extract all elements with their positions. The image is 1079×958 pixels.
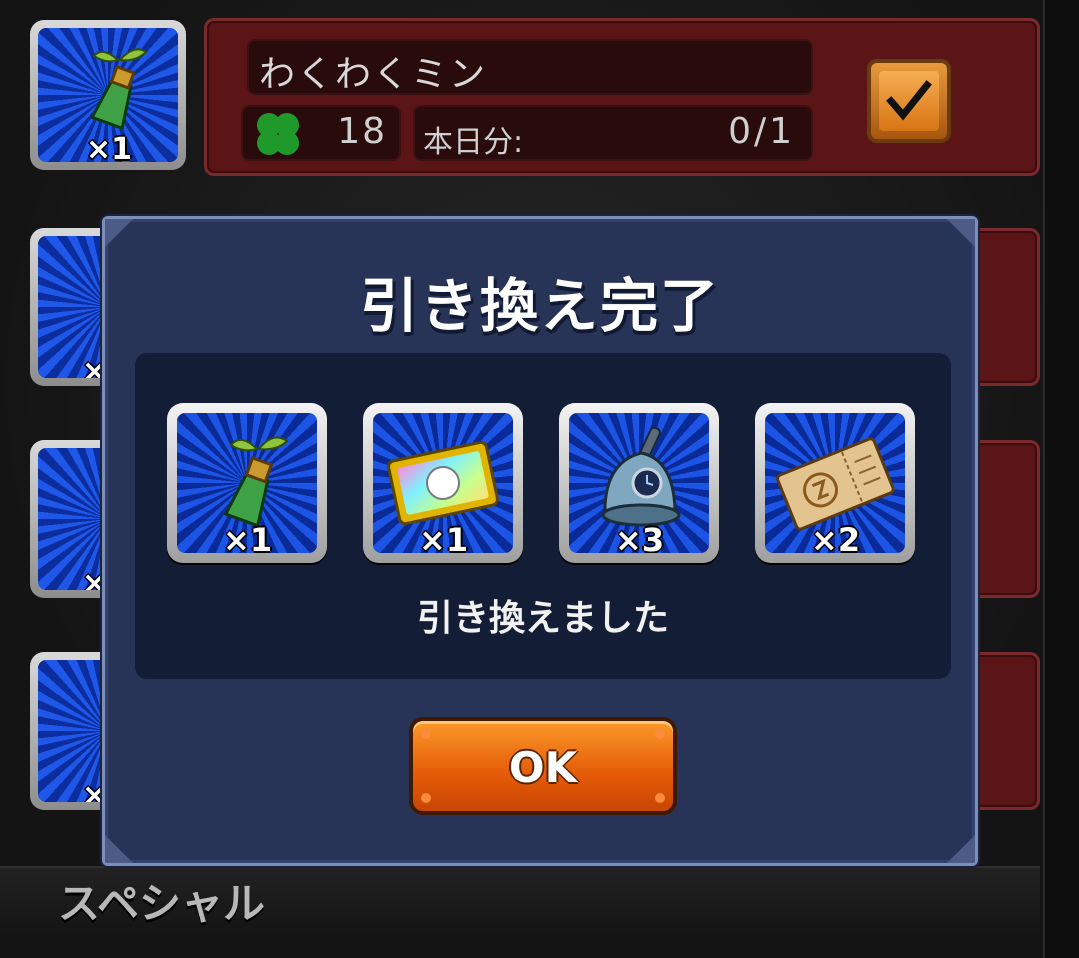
- reward-item[interactable]: ×1: [363, 403, 523, 563]
- exchange-complete-dialog: 引き換え完了 ×1 ×1 ×3 ×2 引き換えました OK: [102, 216, 978, 866]
- dialog-corner: [947, 219, 975, 247]
- reward-panel: ×1 ×1 ×3 ×2 引き換えました: [135, 353, 951, 679]
- exchange-row[interactable]: わくわくミン 18 本日分: 0/1: [204, 18, 1040, 176]
- select-checkbox[interactable]: [867, 59, 951, 143]
- reward-item[interactable]: ×1: [167, 403, 327, 563]
- dialog-title: 引き換え完了: [359, 272, 720, 340]
- scrollbar[interactable]: [1043, 0, 1079, 958]
- item-thumbnail[interactable]: ×1: [30, 20, 186, 170]
- daily-label: 本日分:: [423, 125, 524, 160]
- dialog-message: 引き換えました: [416, 598, 669, 639]
- clover-icon: [257, 113, 299, 155]
- dialog-corner: [947, 835, 975, 863]
- ok-button[interactable]: OK: [409, 717, 677, 815]
- reward-quantity: ×2: [811, 521, 861, 553]
- dialog-corner: [105, 219, 133, 247]
- reward-quantity: ×1: [419, 521, 469, 553]
- item-name: わくわくミン: [247, 39, 813, 95]
- checkmark-icon: [886, 80, 932, 121]
- reward-quantity: ×1: [223, 521, 273, 553]
- reward-item[interactable]: ×3: [559, 403, 719, 563]
- dialog-corner: [105, 835, 133, 863]
- daily-limit: 本日分: 0/1: [413, 105, 813, 161]
- ok-button-label: OK: [508, 743, 578, 792]
- item-quantity: ×1: [86, 132, 133, 162]
- reward-quantity: ×3: [615, 521, 665, 553]
- clover-count: 18: [337, 111, 387, 152]
- reward-item[interactable]: ×2: [755, 403, 915, 563]
- daily-value: 0/1: [728, 111, 795, 152]
- section-label: スペシャル: [58, 879, 266, 928]
- clover-cost: 18: [241, 105, 401, 161]
